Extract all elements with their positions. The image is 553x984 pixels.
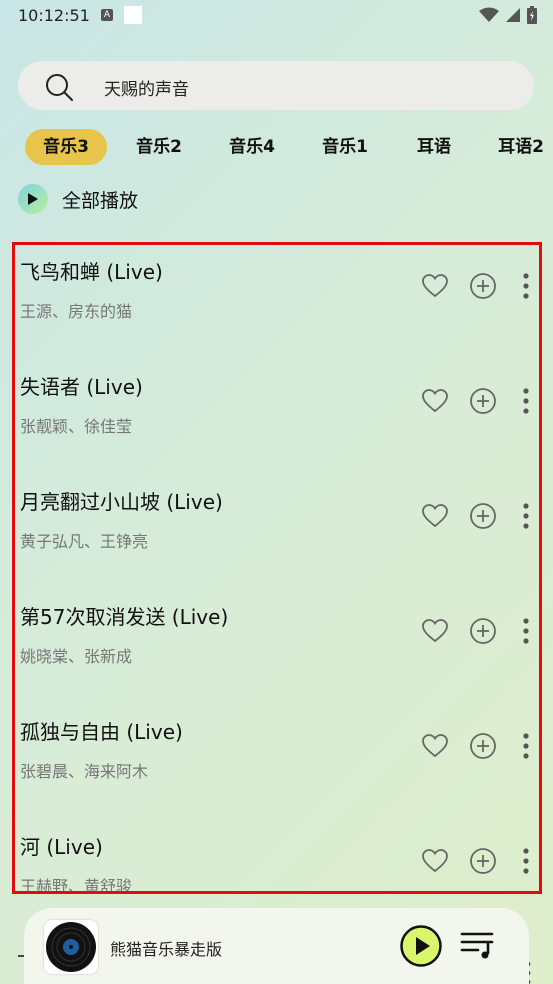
- status-bar: 10:12:51 A: [0, 0, 553, 32]
- add-circle-icon[interactable]: [469, 617, 497, 645]
- a-icon: A: [101, 9, 113, 21]
- song-artist: 姚晓棠、张新成: [20, 647, 133, 666]
- song-title: 飞鸟和蝉 (Live): [20, 260, 163, 284]
- add-circle-icon[interactable]: [469, 847, 497, 875]
- add-circle-icon[interactable]: [469, 502, 497, 530]
- tab-music1[interactable]: 音乐1: [305, 129, 385, 165]
- tab-music3[interactable]: 音乐3: [25, 129, 107, 165]
- add-circle-icon[interactable]: [469, 387, 497, 415]
- song-title: 失语者 (Live): [20, 375, 143, 399]
- status-time: 10:12:51: [18, 6, 90, 25]
- signal-icon: [506, 8, 520, 22]
- tab-whisper2[interactable]: 耳语2: [489, 129, 553, 165]
- add-circle-icon[interactable]: [469, 732, 497, 760]
- more-vertical-icon[interactable]: [521, 847, 531, 875]
- search-icon: [46, 74, 73, 101]
- play-button[interactable]: [400, 925, 442, 967]
- notification-icon: [124, 6, 142, 24]
- song-title: 第57次取消发送 (Live): [20, 605, 229, 629]
- heart-icon[interactable]: [421, 732, 449, 760]
- play-icon: [18, 184, 48, 214]
- more-vertical-icon[interactable]: [521, 502, 531, 530]
- song-artist: 王源、房东的猫: [20, 302, 133, 321]
- play-all-button[interactable]: 全部播放: [18, 183, 138, 215]
- song-item[interactable]: 失语者 (Live) 张靓颖、徐佳莹: [15, 360, 539, 475]
- song-title: 河 (Live): [20, 835, 103, 859]
- song-item[interactable]: 第57次取消发送 (Live) 姚晓棠、张新成: [15, 590, 539, 705]
- play-all-label: 全部播放: [62, 189, 139, 212]
- category-tabs: 音乐3 音乐2 音乐4 音乐1 耳语 耳语2: [0, 129, 553, 165]
- song-artist: 张碧晨、海来阿木: [20, 762, 149, 781]
- playlist-icon[interactable]: [460, 930, 496, 960]
- add-circle-icon[interactable]: [469, 272, 497, 300]
- song-list: 飞鸟和蝉 (Live) 王源、房东的猫 失语者 (Live) 张靓颖、徐佳莹 月…: [12, 242, 542, 894]
- song-artist: 黄子弘凡、王铮亮: [20, 532, 149, 551]
- heart-icon[interactable]: [421, 617, 449, 645]
- heart-icon[interactable]: [421, 502, 449, 530]
- song-item[interactable]: 飞鸟和蝉 (Live) 王源、房东的猫: [15, 245, 539, 360]
- more-vertical-icon[interactable]: [521, 387, 531, 415]
- search-query: 天赐的声音: [104, 80, 189, 100]
- heart-icon[interactable]: [421, 387, 449, 415]
- now-playing-title: 熊猫音乐暴走版: [110, 940, 223, 959]
- status-icons: [479, 6, 537, 24]
- song-item[interactable]: 月亮翻过小山坡 (Live) 黄子弘凡、王铮亮: [15, 475, 539, 590]
- song-title: 孤独与自由 (Live): [20, 720, 183, 744]
- tab-whisper[interactable]: 耳语: [402, 129, 466, 165]
- song-item[interactable]: 孤独与自由 (Live) 张碧晨、海来阿木: [15, 705, 539, 820]
- more-vertical-icon[interactable]: [521, 732, 531, 760]
- tab-music4[interactable]: 音乐4: [212, 129, 292, 165]
- mini-player[interactable]: 熊猫音乐暴走版: [24, 908, 529, 984]
- wifi-icon: [479, 7, 499, 22]
- more-vertical-icon[interactable]: [521, 617, 531, 645]
- song-item[interactable]: 河 (Live) 王赫野、黄舒骏: [15, 820, 539, 894]
- song-artist: 张靓颖、徐佳莹: [20, 417, 133, 436]
- heart-icon[interactable]: [421, 272, 449, 300]
- song-artist: 王赫野、黄舒骏: [20, 877, 133, 894]
- song-title: 月亮翻过小山坡 (Live): [20, 490, 223, 514]
- vinyl-disc-icon[interactable]: [44, 920, 98, 974]
- more-vertical-icon[interactable]: [521, 272, 531, 300]
- battery-icon: [527, 6, 537, 24]
- heart-icon[interactable]: [421, 847, 449, 875]
- tab-music2[interactable]: 音乐2: [119, 129, 199, 165]
- search-bar[interactable]: 天赐的声音: [18, 61, 534, 110]
